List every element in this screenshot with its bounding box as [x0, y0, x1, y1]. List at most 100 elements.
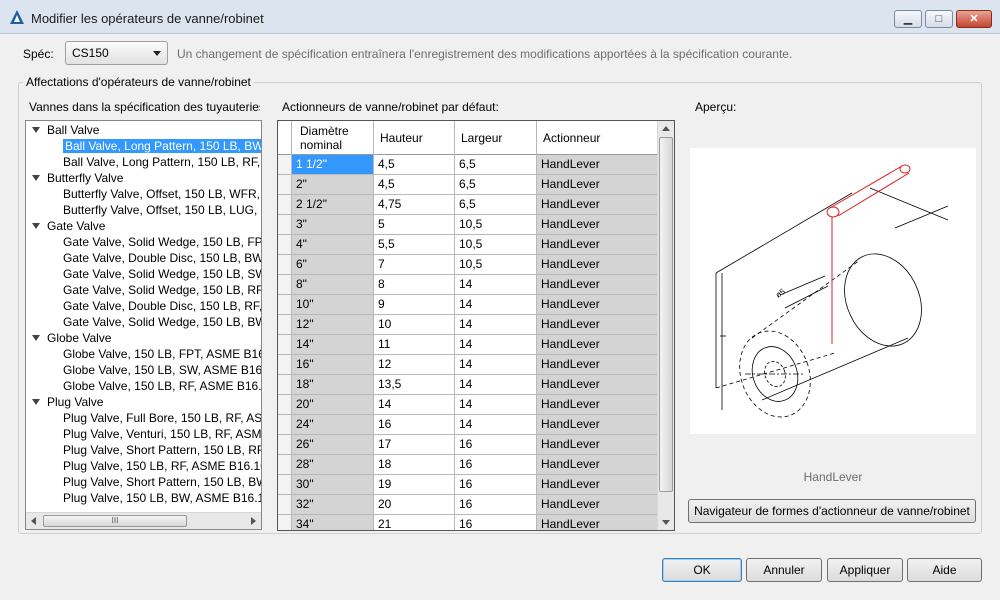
cell-width[interactable]: 6,5 [455, 195, 537, 215]
spec-dropdown[interactable]: CS150 [65, 41, 168, 65]
cell-actuator[interactable]: HandLever [537, 455, 658, 475]
tree-item[interactable]: Globe Valve, 150 LB, FPT, ASME B16.10 [63, 346, 261, 362]
cell-height[interactable]: 4,5 [374, 175, 455, 195]
row-header[interactable] [278, 435, 292, 455]
apply-button[interactable]: Appliquer [827, 558, 903, 582]
cell-size[interactable]: 24" [292, 415, 374, 435]
cell-size[interactable]: 10" [292, 295, 374, 315]
scroll-thumb[interactable] [659, 137, 673, 492]
cell-size[interactable]: 26" [292, 435, 374, 455]
cell-actuator[interactable]: HandLever [537, 395, 658, 415]
cell-height[interactable]: 8 [374, 275, 455, 295]
cell-height[interactable]: 20 [374, 495, 455, 515]
row-header[interactable] [278, 235, 292, 255]
cell-height[interactable]: 4,5 [374, 155, 455, 175]
tree-item[interactable]: Gate Valve, Double Disc, 150 LB, BW, ASM… [63, 250, 261, 266]
tree-group[interactable]: Ball Valve [32, 122, 99, 138]
cell-width[interactable]: 10,5 [455, 235, 537, 255]
cell-height[interactable]: 18 [374, 455, 455, 475]
row-header[interactable] [278, 335, 292, 355]
expand-arrow-icon[interactable] [32, 222, 40, 229]
tree-item[interactable]: Globe Valve, 150 LB, SW, ASME B16.10 [63, 362, 261, 378]
row-header[interactable] [278, 475, 292, 495]
scroll-left-icon[interactable] [31, 517, 36, 525]
col-header-actuator[interactable]: Actionneur [537, 121, 658, 155]
cell-width[interactable]: 14 [455, 415, 537, 435]
cell-actuator[interactable]: HandLever [537, 355, 658, 375]
scroll-right-icon[interactable] [251, 517, 256, 525]
cell-size[interactable]: 1 1/2" [292, 155, 374, 175]
cell-width[interactable]: 14 [455, 315, 537, 335]
scroll-down-icon[interactable] [662, 520, 670, 525]
tree-item[interactable]: Plug Valve, 150 LB, RF, ASME B16.10 [63, 458, 261, 474]
tree-group[interactable]: Butterfly Valve [32, 170, 123, 186]
cell-actuator[interactable]: HandLever [537, 295, 658, 315]
row-header[interactable] [278, 395, 292, 415]
row-header[interactable] [278, 455, 292, 475]
cell-size[interactable]: 12" [292, 315, 374, 335]
close-button[interactable]: ✕ [956, 10, 992, 28]
cell-height[interactable]: 5,5 [374, 235, 455, 255]
cell-width[interactable]: 6,5 [455, 175, 537, 195]
cell-width[interactable]: 16 [455, 475, 537, 495]
tree-item[interactable]: Plug Valve, Short Pattern, 150 LB, RF, A… [63, 442, 261, 458]
shape-navigator-button[interactable]: Navigateur de formes d'actionneur de van… [688, 499, 976, 523]
cell-height[interactable]: 17 [374, 435, 455, 455]
cell-size[interactable]: 8" [292, 275, 374, 295]
scroll-up-icon[interactable] [662, 126, 670, 131]
cell-width[interactable]: 10,5 [455, 255, 537, 275]
cell-actuator[interactable]: HandLever [537, 155, 658, 175]
tree-item[interactable]: Gate Valve, Solid Wedge, 150 LB, SW, ASM… [63, 266, 261, 282]
row-header[interactable] [278, 355, 292, 375]
cell-size[interactable]: 16" [292, 355, 374, 375]
tree-hscrollbar[interactable]: III [26, 512, 261, 529]
row-header[interactable] [278, 415, 292, 435]
cell-size[interactable]: 34" [292, 515, 374, 530]
cell-actuator[interactable]: HandLever [537, 415, 658, 435]
cell-size[interactable]: 20" [292, 395, 374, 415]
cell-height[interactable]: 12 [374, 355, 455, 375]
cell-width[interactable]: 14 [455, 355, 537, 375]
cell-actuator[interactable]: HandLever [537, 375, 658, 395]
cell-height[interactable]: 5 [374, 215, 455, 235]
cancel-button[interactable]: Annuler [746, 558, 822, 582]
cell-height[interactable]: 10 [374, 315, 455, 335]
cell-width[interactable]: 14 [455, 275, 537, 295]
cell-actuator[interactable]: HandLever [537, 435, 658, 455]
row-header[interactable] [278, 175, 292, 195]
cell-size[interactable]: 14" [292, 335, 374, 355]
tree-group[interactable]: Globe Valve [32, 330, 111, 346]
cell-height[interactable]: 7 [374, 255, 455, 275]
ok-button[interactable]: OK [662, 558, 742, 582]
cell-height[interactable]: 4,75 [374, 195, 455, 215]
valve-tree[interactable]: Plug Valve Globe Valve Gate Valve Butterfly… [25, 120, 262, 530]
tree-group[interactable]: Plug Valve [32, 394, 103, 410]
col-header-size[interactable]: Diamètre nominal [292, 121, 374, 155]
tree-item[interactable]: Plug Valve, Full Bore, 150 LB, RF, ASME [63, 410, 261, 426]
row-header[interactable] [278, 275, 292, 295]
row-header[interactable] [278, 255, 292, 275]
cell-size[interactable]: 30" [292, 475, 374, 495]
row-header[interactable] [278, 375, 292, 395]
row-header[interactable] [278, 215, 292, 235]
cell-actuator[interactable]: HandLever [537, 195, 658, 215]
cell-actuator[interactable]: HandLever [537, 215, 658, 235]
tree-item[interactable]: Globe Valve, 150 LB, RF, ASME B16.10 [63, 378, 261, 394]
table-vscrollbar[interactable] [657, 121, 674, 530]
cell-height[interactable]: 16 [374, 415, 455, 435]
cell-size[interactable]: 3" [292, 215, 374, 235]
minimize-button[interactable]: ▁ [894, 10, 922, 28]
expand-arrow-icon[interactable] [32, 174, 40, 181]
cell-width[interactable]: 16 [455, 495, 537, 515]
cell-width[interactable]: 14 [455, 375, 537, 395]
cell-width[interactable]: 16 [455, 515, 537, 530]
cell-actuator[interactable]: HandLever [537, 315, 658, 335]
cell-height[interactable]: 13,5 [374, 375, 455, 395]
row-header[interactable] [278, 195, 292, 215]
cell-actuator[interactable]: HandLever [537, 235, 658, 255]
cell-height[interactable]: 21 [374, 515, 455, 530]
cell-size[interactable]: 32" [292, 495, 374, 515]
cell-actuator[interactable]: HandLever [537, 335, 658, 355]
expand-arrow-icon[interactable] [32, 398, 40, 405]
tree-item[interactable]: Plug Valve, 150 LB, BW, ASME B16.10 [63, 490, 261, 506]
